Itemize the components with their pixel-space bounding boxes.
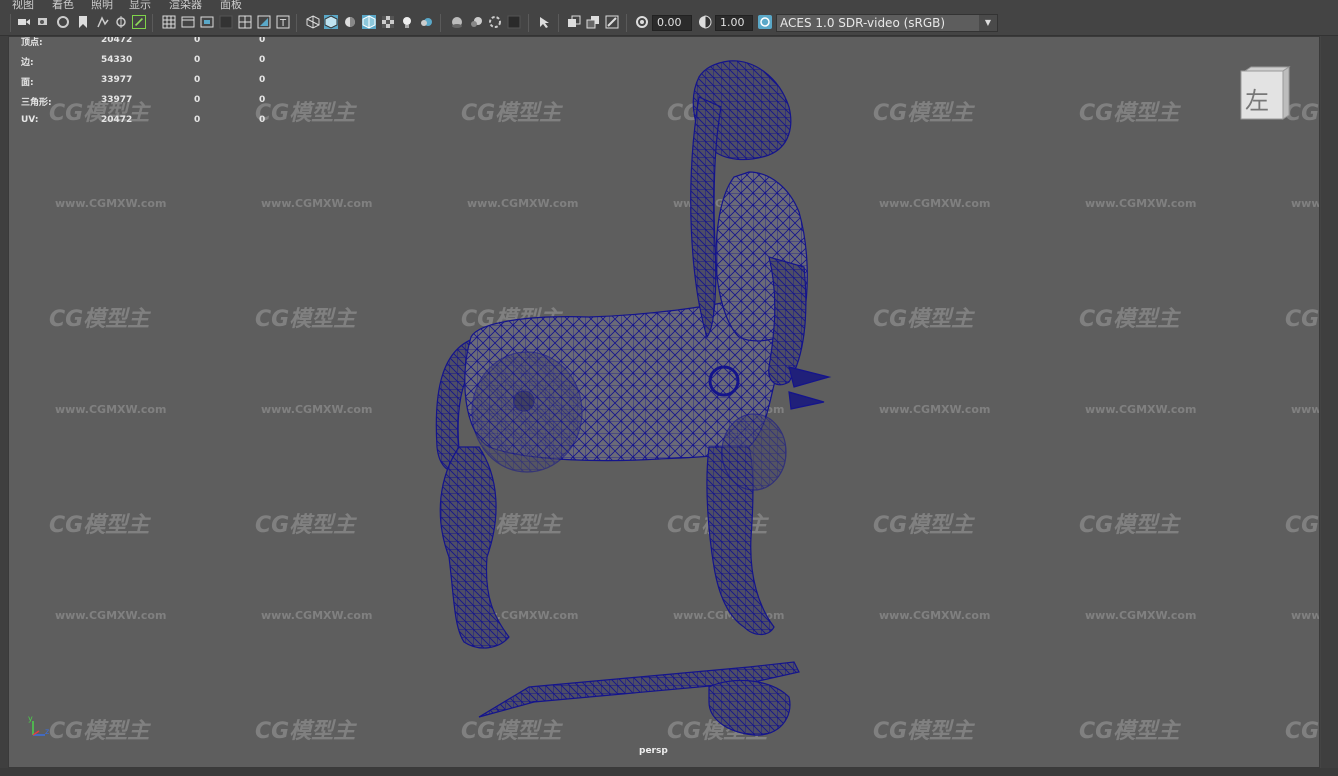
panel-toolbar: T 0.00 1.00 ACES 1.0 SDR-video (sRGB) ▼ — [0, 10, 1338, 36]
gamma-field[interactable]: 1.00 — [715, 15, 753, 31]
toolbar-separator — [152, 14, 153, 32]
camera-icon[interactable] — [17, 15, 31, 29]
resolution-gate-icon[interactable] — [200, 15, 214, 29]
menu-view[interactable]: 视图 — [12, 0, 34, 10]
gate-mask-icon[interactable] — [219, 15, 233, 29]
menu-show[interactable]: 显示 — [129, 0, 151, 10]
image-plane-icon[interactable] — [96, 15, 110, 29]
axis-z-label: z — [45, 727, 50, 736]
camera-lock-icon[interactable] — [56, 15, 70, 29]
toolbar-separator — [296, 14, 297, 32]
wireframe-on-shaded-icon[interactable] — [362, 15, 376, 29]
grid-icon[interactable] — [162, 15, 176, 29]
wireframe-icon[interactable] — [306, 15, 320, 29]
color-space-label: ACES 1.0 SDR-video (sRGB) — [780, 16, 946, 30]
chevron-down-icon[interactable]: ▼ — [979, 15, 997, 31]
menu-lighting[interactable]: 照明 — [91, 0, 113, 10]
spike-mesh — [788, 366, 832, 410]
depth-of-field-icon[interactable] — [507, 15, 521, 29]
default-material-icon[interactable] — [343, 15, 357, 29]
rear-leg-mesh — [439, 446, 510, 649]
toolbar-separator — [10, 14, 11, 32]
exposure-field[interactable]: 0.00 — [652, 15, 692, 31]
anti-aliasing-icon[interactable] — [488, 15, 502, 29]
arm-mesh — [768, 256, 807, 386]
left-panel-edge — [0, 36, 8, 776]
armor-plate-mesh — [721, 413, 787, 491]
camera-name-label: persp — [639, 746, 668, 756]
color-management-icon[interactable] — [758, 15, 772, 29]
camera-attributes-icon[interactable] — [37, 15, 51, 29]
centaur-wireframe-model[interactable] — [9, 37, 1320, 768]
motion-blur-icon[interactable] — [469, 15, 483, 29]
color-space-dropdown[interactable]: ACES 1.0 SDR-video (sRGB) ▼ — [776, 14, 998, 32]
spear-head-mesh — [708, 679, 791, 736]
toolbar-separator — [626, 14, 627, 32]
shadows-icon[interactable] — [419, 15, 433, 29]
isolate-select-icon[interactable] — [538, 15, 552, 29]
menu-shading[interactable]: 着色 — [52, 0, 74, 10]
axis-y-label: y — [28, 714, 33, 723]
textured-icon[interactable] — [381, 15, 395, 29]
exposure-icon[interactable] — [635, 15, 649, 29]
toolbar-separator — [528, 14, 529, 32]
field-chart-icon[interactable] — [238, 15, 252, 29]
viewcube-face-label[interactable]: 左 — [1245, 81, 1269, 116]
menu-bar: 视图 着色 照明 显示 渲染器 面板 — [0, 0, 1338, 10]
toolbar-separator — [440, 14, 441, 32]
bookmark-icon[interactable] — [76, 15, 90, 29]
lights-icon[interactable] — [400, 15, 414, 29]
film-gate-icon[interactable] — [181, 15, 195, 29]
bottom-panel-edge — [0, 768, 1338, 776]
xray-icon[interactable] — [567, 15, 581, 29]
toolbar-separator — [558, 14, 559, 32]
safe-title-icon[interactable]: T — [276, 15, 290, 29]
xray-joints-icon[interactable] — [586, 15, 600, 29]
smooth-shade-icon[interactable] — [324, 15, 338, 29]
right-panel-edge — [1321, 36, 1338, 776]
gamma-icon[interactable] — [698, 15, 712, 29]
hair-mesh — [690, 96, 722, 339]
safe-action-icon[interactable] — [257, 15, 271, 29]
xray-components-icon[interactable] — [605, 15, 619, 29]
viewport-3d[interactable]: 顶点: 20472 0 0 边: 54330 0 0 面: 33977 0 0 … — [8, 36, 1320, 768]
menu-renderer[interactable]: 渲染器 — [169, 0, 202, 10]
pivot-icon[interactable] — [114, 15, 128, 29]
armor-plate-mesh — [471, 351, 583, 473]
screen-space-ao-icon[interactable] — [450, 15, 464, 29]
menu-panels[interactable]: 面板 — [220, 0, 242, 10]
pencil-icon[interactable] — [132, 15, 146, 29]
svg-text:T: T — [279, 18, 287, 29]
